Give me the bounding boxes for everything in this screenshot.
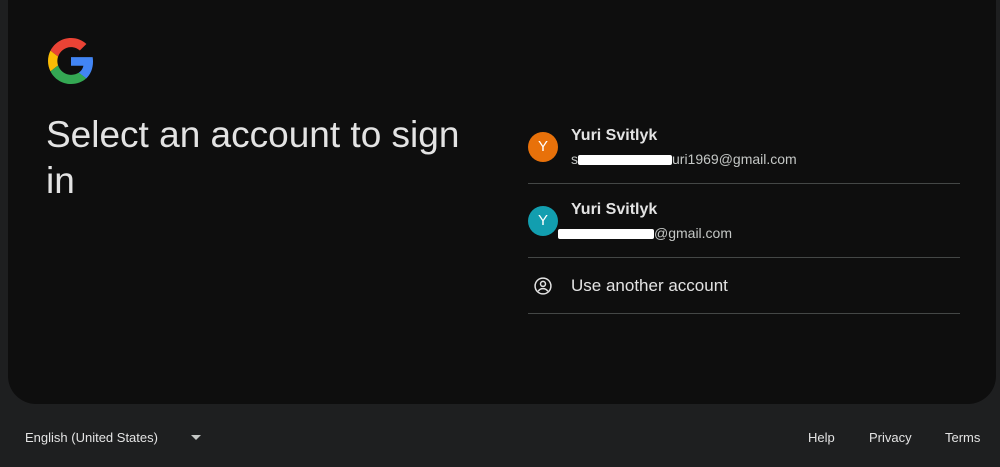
privacy-link[interactable]: Privacy xyxy=(869,430,912,445)
avatar: Y xyxy=(528,132,558,162)
language-selector[interactable]: English (United States) xyxy=(25,430,158,445)
avatar: Y xyxy=(528,206,558,236)
account-email: @gmail.com xyxy=(558,225,732,241)
account-circle-icon xyxy=(534,277,552,295)
redaction-mark xyxy=(558,229,654,240)
terms-link[interactable]: Terms xyxy=(945,430,980,445)
account-item[interactable]: Y Yuri Svitlyk @gmail.com xyxy=(528,184,960,258)
account-item[interactable]: Y Yuri Svitlyk s uri1969@gmail.com xyxy=(528,110,960,184)
email-visible: @gmail.com xyxy=(654,225,733,241)
account-email: s uri1969@gmail.com xyxy=(571,151,797,167)
sign-in-card: Select an account to sign in Y Yuri Svit… xyxy=(8,0,996,404)
use-another-account-button[interactable]: Use another account xyxy=(528,258,960,314)
page-title: Select an account to sign in xyxy=(46,114,460,201)
google-logo-icon xyxy=(48,38,94,84)
help-link[interactable]: Help xyxy=(808,430,835,445)
footer: English (United States) Help Privacy Ter… xyxy=(0,404,1000,467)
account-list: Y Yuri Svitlyk s uri1969@gmail.com Y Yuri… xyxy=(528,110,960,314)
account-name: Yuri Svitlyk xyxy=(571,201,658,218)
page: Select an account to sign in Y Yuri Svit… xyxy=(0,0,1000,467)
account-name: Yuri Svitlyk xyxy=(571,127,658,144)
use-another-account-label: Use another account xyxy=(571,276,728,295)
redaction-mark xyxy=(578,155,672,166)
email-prefix: s xyxy=(571,151,578,167)
chevron-down-icon[interactable] xyxy=(191,435,201,440)
email-visible: uri1969@gmail.com xyxy=(672,151,797,167)
